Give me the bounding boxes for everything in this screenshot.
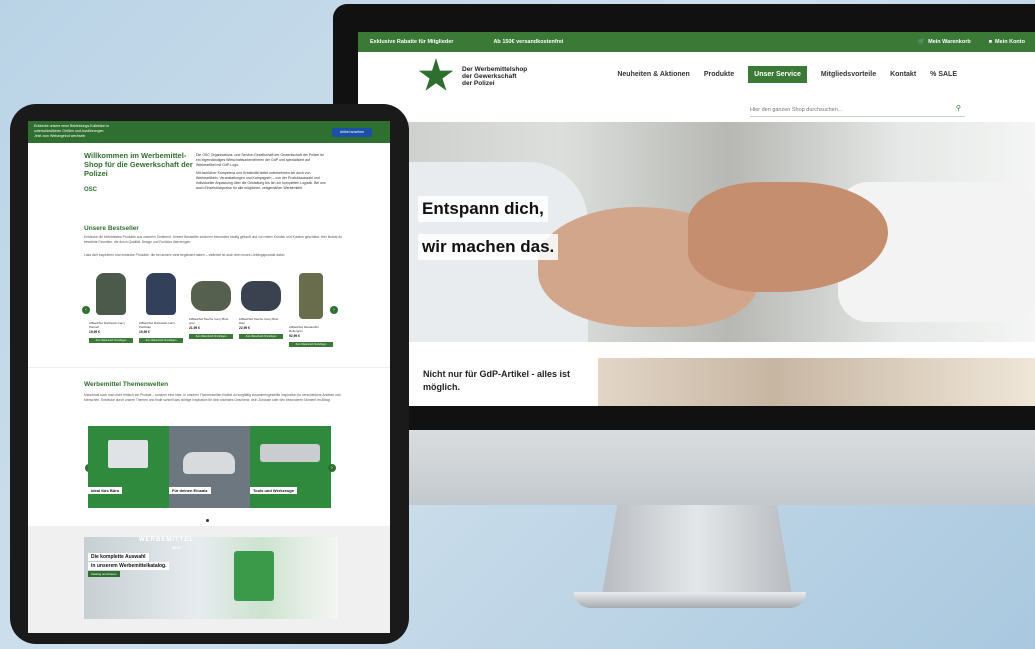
welcome-text: Die OSC Organisations- und Service-Gesel… [196,153,326,191]
product-price: 21,99 € [189,326,200,330]
product-card[interactable]: inBlackSul Tasche Carry Briel blau 22,99… [238,267,284,357]
tools-image [260,444,320,462]
theme-tile-office[interactable]: Ideal fürs Büro [88,426,169,508]
product-name[interactable]: inBlackSul Tasche Carry Briel blau [239,317,283,325]
logo-line-3: der Polizei [462,79,495,87]
product-price: 92,99 € [289,334,300,338]
product-name[interactable]: inBlackSul Rucksack Carry Parbblau [139,321,183,329]
product-price: 22,99 € [239,326,250,330]
product-price: 19,99 € [89,330,100,334]
nav-sale[interactable]: % SALE [930,71,957,78]
theme-tile-label: Für deinen Einsatz [169,487,211,494]
themes-carousel: Ideal fürs Büro Für deinen Einsatz Tools… [88,426,332,508]
duffel-bag-image[interactable] [191,281,231,311]
monitor-chin [333,430,1035,505]
nav-mitgliedsvorteile[interactable]: Mitgliedsvorteile [821,71,876,78]
laptop-image [108,440,148,468]
product-name[interactable]: inBlackSul Rucksack Carry Pariserl [89,321,133,329]
carousel-dot[interactable] [206,519,209,522]
add-to-cart-button[interactable]: Zum Warenkorb hinzufügen [289,342,333,347]
product-price: 19,99 € [139,330,150,334]
theme-tile-mission[interactable]: Für deinen Einsatz [169,426,250,508]
topbar-promo[interactable]: Exklusive Rabatte für Mitglieder [370,39,453,45]
gdp-star-logo[interactable] [418,58,454,91]
bestseller-intro: Entdecke die beliebtesten Produkte aus u… [84,235,343,244]
nav-neuheiten[interactable]: Neuheiten & Aktionen [617,71,689,78]
car-image [183,452,235,474]
cart-label: Mein Warenkorb [928,39,971,45]
theme-tile-label: Tools und Werkzeuge [250,487,297,494]
product-name[interactable]: inBlackSul Reisekoffer Rollergrün [289,325,333,333]
desktop-screen: Exklusive Rabatte für Mitglieder Ab 150€… [358,32,1035,406]
add-to-cart-button[interactable]: Zum Warenkorb hinzufügen [239,334,283,339]
nav-produkte[interactable]: Produkte [704,71,734,78]
welcome-text-1: Die OSC Organisations- und Service-Gesel… [196,153,324,167]
themes-next-arrow[interactable]: › [328,464,336,472]
catalog-banner[interactable]: WERBEMITTEL 2026 Die komplette Auswahl i… [84,537,338,619]
main-nav: Neuheiten & Aktionen Produkte Unser Serv… [617,66,957,83]
bestseller-intro-2: Lass dich inspirieren und entdecke Produ… [84,253,286,257]
view-article-button[interactable]: Artikel ansehen [331,128,372,137]
bestseller-carousel: inBlackSul Rucksack Carry Pariserl 19,99… [88,267,338,357]
product-card[interactable]: inBlackSul Reisekoffer Rollergrün 92,99 … [288,267,334,357]
catalog-line-2: in unserem Werbemittelkatalog. [88,562,170,570]
desktop-topbar: Exklusive Rabatte für Mitglieder Ab 150€… [358,32,1035,52]
search-input[interactable] [750,103,965,117]
osc-logo: OSC [84,187,98,193]
add-to-cart-button[interactable]: Zum Warenkorb hinzufügen [139,338,183,343]
catalog-year: 2026 [172,545,181,550]
hero-line-1: Entspann dich, [418,196,548,222]
hero-line-2: wir machen das. [418,234,559,260]
monitor-stand [602,505,792,595]
welcome-title: Willkommen im Werbemittel-Shop für die G… [84,151,193,178]
account-link[interactable]: ■ Mein Konto [989,39,1025,45]
theme-tile-label: Ideal fürs Büro [88,487,123,494]
catalog-big-title: WERBEMITTEL [139,537,194,543]
backpack-image[interactable] [96,273,126,315]
product-card[interactable]: inBlackSul Rucksack Carry Parbblau 19,99… [138,267,184,357]
duffel-bag-image[interactable] [241,281,281,311]
welcome-text-2: Mit fachlicher Kompetenz und Kreativität… [196,171,326,190]
sub-banner-image [598,358,1035,406]
monitor-stand-base [574,592,806,608]
themes-text: Manchmal such man nicht einfach ein Prod… [84,393,341,402]
catalog-bag-image [234,551,274,601]
section-divider [28,367,390,368]
nav-unser-service[interactable]: Unser Service [748,66,807,83]
desktop-header: Der Werbemittelshop der Gewerkschaft der… [358,52,1035,100]
add-to-cart-button[interactable]: Zum Warenkorb hinzufügen [189,334,233,339]
tablet-screen: Entdecke unsere neue Bekleidungs-Kollekt… [28,121,390,633]
hero-banner: Entspann dich, wir machen das. [358,122,1035,342]
logo-line-2: der Gewerkschaft [462,72,517,80]
search-row: ⚲ [358,100,1035,122]
product-card[interactable]: inBlackSul Rucksack Carry Pariserl 19,99… [88,267,134,357]
theme-tile-tools[interactable]: Tools und Werkzeuge [250,426,331,508]
bestseller-title: Unsere Bestseller [84,225,139,232]
suitcase-image[interactable] [299,273,323,319]
bestseller-next-arrow[interactable]: › [330,306,338,314]
search-icon[interactable]: ⚲ [956,104,961,112]
add-to-cart-button[interactable]: Zum Warenkorb hinzufügen [89,338,133,343]
product-name[interactable]: inBlackSul Tasche Carry Briel grün [189,317,233,325]
topbar-shipping: Ab 150€ versandkostenfrei [493,39,564,45]
backpack-image[interactable] [146,273,176,315]
catalog-button[interactable]: Katalog anschauen [88,571,120,577]
cart-link[interactable]: 🛒 Mein Warenkorb [918,39,970,45]
account-label: Mein Konto [995,39,1025,45]
catalog-line-1: Die komplette Auswahl [88,553,149,561]
product-card[interactable]: inBlackSul Tasche Carry Briel grün 21,99… [188,267,234,357]
nav-kontakt[interactable]: Kontakt [890,71,916,78]
logo-text[interactable]: Der Werbemittelshop der Gewerkschaft der… [462,66,542,87]
cart-icon: 🛒 [918,39,926,45]
logo-line-1: Der Werbemittelshop [462,65,528,73]
themes-title: Werbemittel Themenwelten [84,381,169,388]
sub-banner: Nicht nur für GdP-Artikel - alles ist mö… [358,350,1035,406]
tablet-topbar: Entdecke unsere neue Bekleidungs-Kollekt… [28,121,390,143]
sub-banner-text: Nicht nur für GdP-Artikel - alles ist mö… [423,369,571,392]
user-icon: ■ [988,39,993,45]
